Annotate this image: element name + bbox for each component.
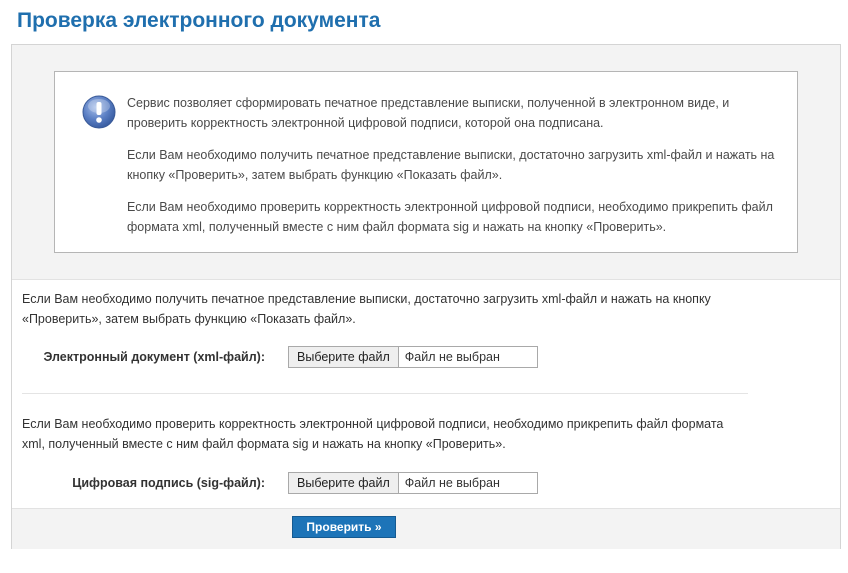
sig-file-label: Цифровая подпись (sig-файл): [72, 476, 265, 490]
verify-button[interactable]: Проверить » [292, 516, 396, 538]
xml-choose-file-button[interactable]: Выберите файл [289, 347, 399, 367]
sig-description: Если Вам необходимо проверить корректнос… [22, 417, 724, 451]
sig-file-status: Файл не выбран [404, 476, 500, 490]
info-text: Сервис позволяет сформировать печатное п… [127, 93, 787, 249]
info-box: Сервис позволяет сформировать печатное п… [54, 71, 798, 253]
sig-file-input[interactable]: Выберите файл Файл не выбран [288, 472, 538, 494]
info-paragraph: Если Вам необходимо получить печатное пр… [127, 148, 775, 182]
info-section: Сервис позволяет сформировать печатное п… [12, 45, 840, 280]
xml-file-input[interactable]: Выберите файл Файл не выбран [288, 346, 538, 368]
info-paragraph: Сервис позволяет сформировать печатное п… [127, 96, 730, 130]
action-bar: Проверить » [12, 508, 840, 549]
info-paragraph: Если Вам необходимо проверить корректнос… [127, 200, 773, 234]
exclamation-info-icon [82, 95, 116, 129]
xml-description: Если Вам необходимо получить печатное пр… [22, 292, 711, 326]
sig-choose-file-button[interactable]: Выберите файл [289, 473, 399, 493]
page-title: Проверка электронного документа [17, 9, 381, 32]
verification-panel: Сервис позволяет сформировать печатное п… [11, 44, 841, 549]
section-divider [22, 393, 748, 394]
xml-file-label: Электронный документ (xml-файл): [43, 350, 265, 364]
xml-file-status: Файл не выбран [404, 350, 500, 364]
